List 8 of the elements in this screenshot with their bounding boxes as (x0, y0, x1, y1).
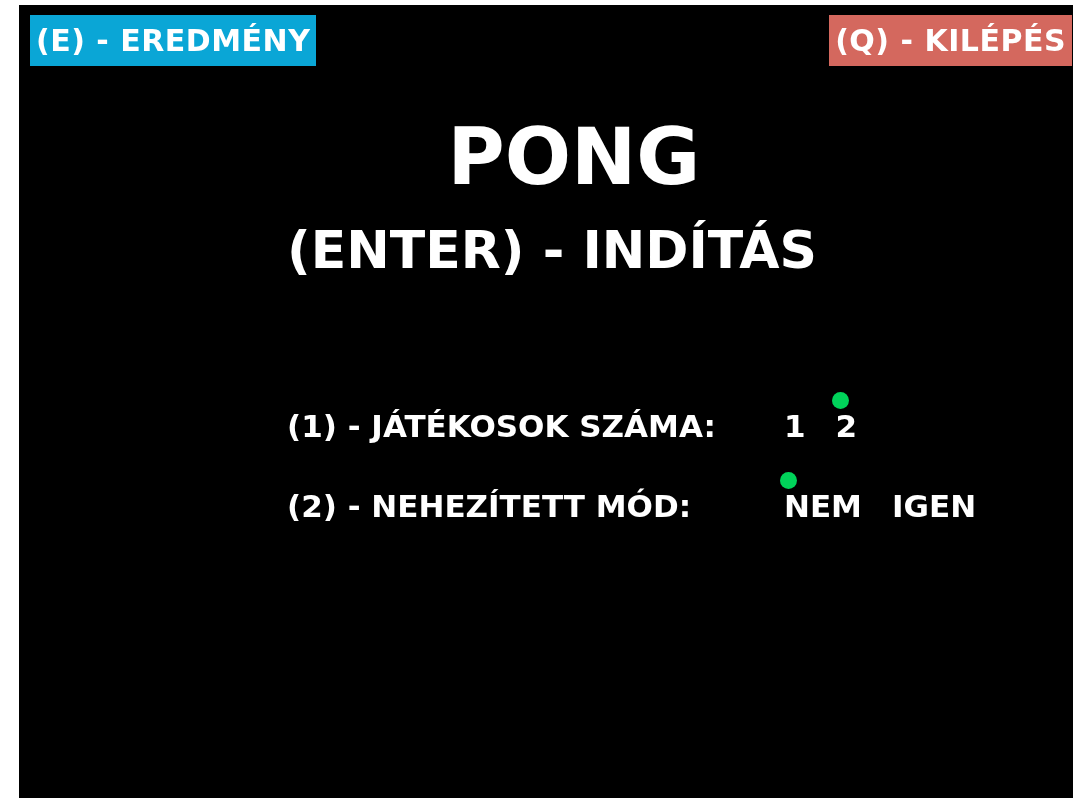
option-choice[interactable]: 1 (784, 408, 806, 444)
option-label: (2) - NEHEZÍTETT MÓD: (287, 488, 693, 524)
option-choice[interactable]: IGEN (892, 488, 977, 524)
game-title: PONG (446, 118, 702, 196)
option-choice[interactable]: NEM (784, 488, 862, 524)
quit-button[interactable]: (Q) - KILÉPÉS (829, 15, 1072, 66)
option-label: (1) - JÁTÉKOSOK SZÁMA: (287, 408, 717, 444)
option-choice[interactable]: 2 (835, 408, 858, 444)
